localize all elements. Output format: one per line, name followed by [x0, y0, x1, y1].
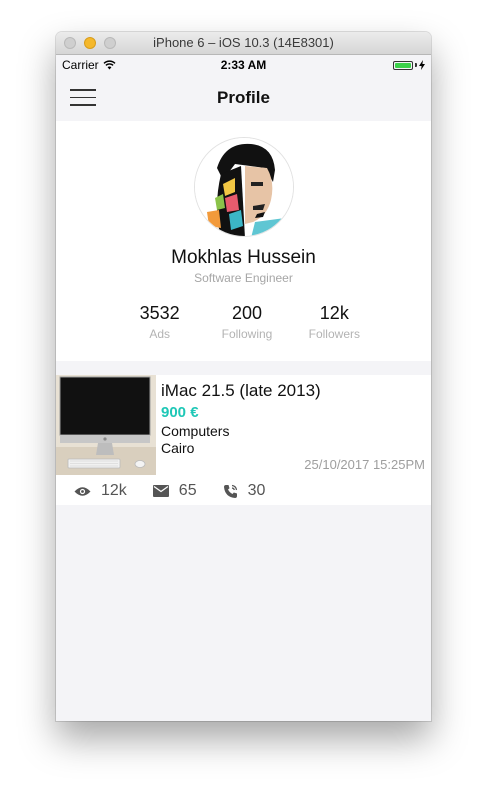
- stat-value: 3532: [139, 303, 180, 323]
- simulator-window: iPhone 6 – iOS 10.3 (14E8301) Carrier 2:…: [56, 32, 431, 721]
- eye-icon: [74, 486, 91, 496]
- stat-value: 12k: [319, 303, 349, 323]
- profile-role: Software Engineer: [194, 271, 293, 285]
- ad-category: Computers: [161, 423, 230, 439]
- messages-stat: 65: [152, 482, 197, 500]
- profile-name: Mokhlas Hussein: [171, 247, 316, 268]
- close-window-button[interactable]: [64, 37, 76, 49]
- section-divider: [56, 361, 431, 375]
- profile-header: Mokhlas Hussein Software Engineer 3532 A…: [56, 121, 431, 361]
- messages-count: 65: [178, 482, 197, 499]
- window-title: iPhone 6 – iOS 10.3 (14E8301): [153, 35, 334, 50]
- ad-city: Cairo: [161, 440, 195, 456]
- status-bar: Carrier 2:33 AM: [56, 55, 431, 75]
- window-titlebar: iPhone 6 – iOS 10.3 (14E8301): [56, 32, 431, 55]
- status-time: 2:33 AM: [220, 58, 267, 72]
- ad-thumbnail[interactable]: [56, 375, 156, 475]
- phone-icon: [223, 484, 237, 498]
- stat-label: Followers: [308, 327, 360, 341]
- ad-list-item[interactable]: iMac 21.5 (late 2013) 900 € Computers Ca…: [56, 375, 431, 505]
- ad-stats: 12k 65 30: [74, 482, 291, 500]
- stat-ads[interactable]: 3532 Ads: [116, 303, 203, 341]
- stat-value: 200: [231, 303, 263, 323]
- navigation-bar: Profile: [56, 75, 431, 121]
- stat-followers[interactable]: 12k Followers: [291, 303, 378, 341]
- ad-title: iMac 21.5 (late 2013): [161, 381, 321, 400]
- minimize-window-button[interactable]: [84, 37, 96, 49]
- views-stat: 12k: [74, 482, 127, 500]
- ad-price: 900 €: [161, 404, 199, 421]
- profile-stats: 3532 Ads 200 Following 12k Followers: [116, 303, 378, 341]
- ad-date: 25/10/2017 15:25PM: [304, 457, 425, 472]
- stat-label: Ads: [149, 327, 170, 341]
- stat-label: Following: [221, 327, 273, 341]
- calls-count: 30: [247, 482, 266, 499]
- page-title: Profile: [217, 88, 270, 107]
- battery-icon: [393, 60, 425, 70]
- maximize-window-button[interactable]: [104, 37, 116, 49]
- mail-icon: [152, 485, 169, 497]
- charging-icon: [419, 60, 425, 70]
- views-count: 12k: [101, 482, 127, 499]
- avatar[interactable]: [194, 137, 294, 237]
- stat-following[interactable]: 200 Following: [203, 303, 290, 341]
- calls-stat: 30: [223, 482, 266, 500]
